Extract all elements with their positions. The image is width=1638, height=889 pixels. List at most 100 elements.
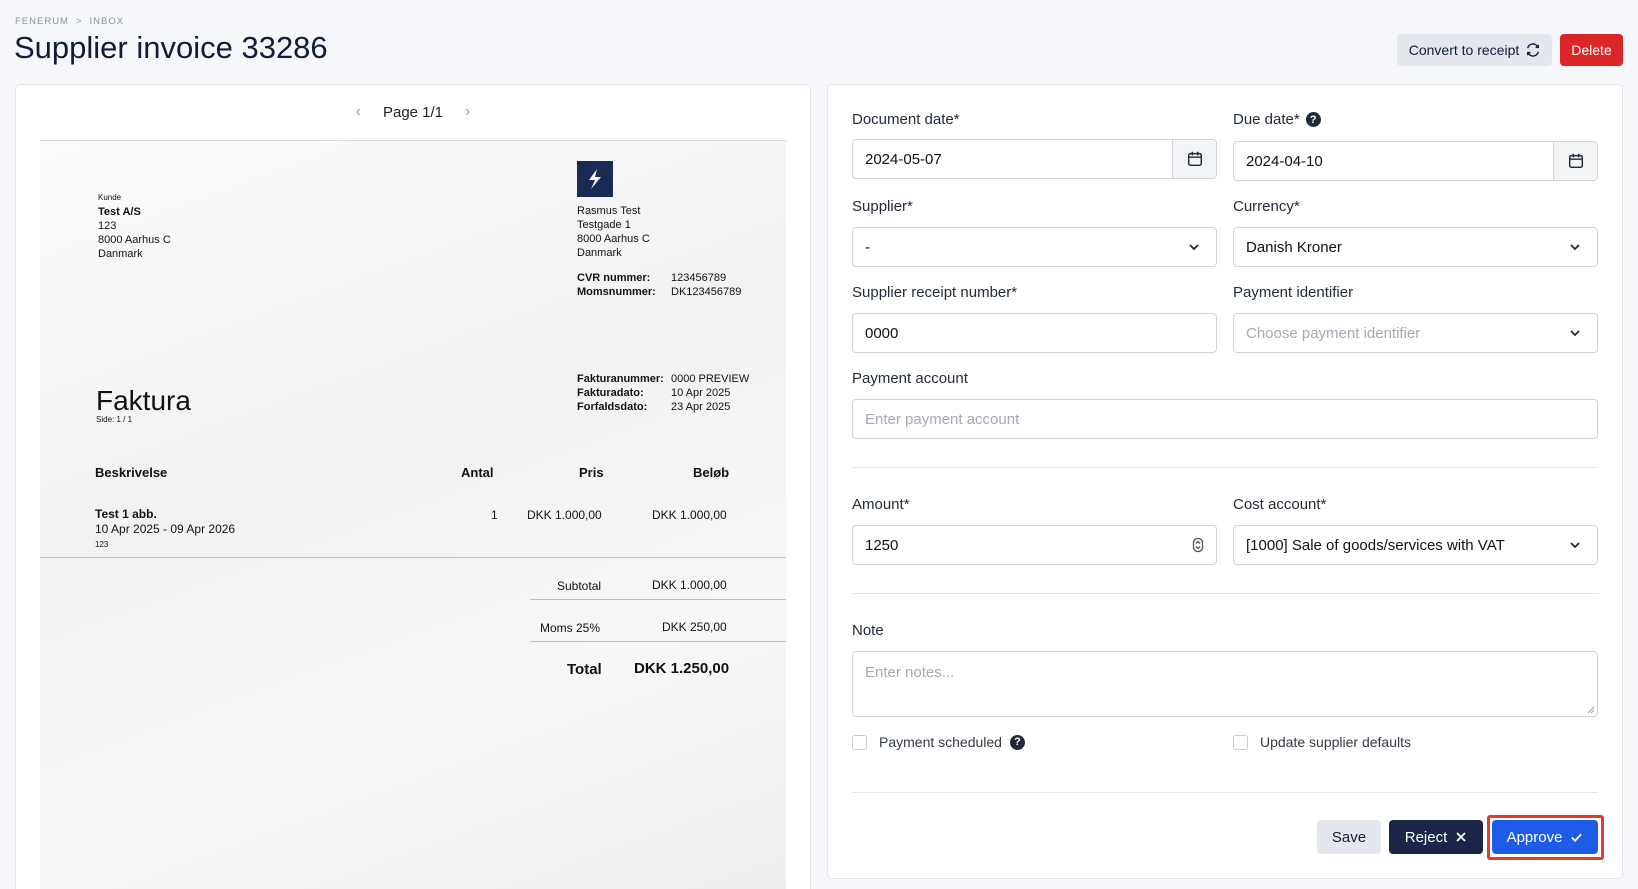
due-date-label: Due date*? [1233, 111, 1321, 128]
document-date-value: 2024-05-07 [865, 150, 942, 168]
chevron-down-icon [1570, 330, 1580, 337]
note-placeholder: Enter notes... [865, 664, 955, 681]
section-divider [852, 593, 1598, 594]
table-divider [530, 641, 786, 642]
breadcrumb-root[interactable]: FENERUM [15, 16, 69, 27]
calendar-icon[interactable] [1172, 140, 1216, 178]
save-button[interactable]: Save [1317, 820, 1381, 854]
invoice-form: Document date* 2024-05-07 Due date*? 202… [827, 84, 1623, 879]
amount-value: 1250 [865, 536, 899, 554]
checkbox-box[interactable] [1233, 734, 1248, 750]
update-supplier-defaults-checkbox[interactable]: Update supplier defaults [1233, 734, 1411, 750]
section-divider [852, 467, 1598, 468]
page-indicator: Page 1/1 [382, 103, 444, 121]
line-price: DKK 1.000,00 [527, 508, 602, 522]
chevron-down-icon [1570, 542, 1580, 549]
chevron-down-icon [1570, 244, 1580, 251]
sender-line: Danmark [577, 247, 622, 259]
breadcrumb-current[interactable]: INBOX [90, 16, 125, 27]
payment-account-input[interactable]: Enter payment account [852, 399, 1598, 439]
payment-identifier-label-text: Payment identifier [1233, 284, 1354, 301]
column-header: Antal [461, 465, 494, 480]
chevron-right-icon[interactable]: › [465, 103, 470, 121]
chevron-down-icon [1189, 244, 1199, 251]
help-icon[interactable]: ? [1009, 734, 1025, 750]
cost-account-label: Cost account* [1233, 496, 1326, 513]
due-date-field[interactable]: 2024-04-10 [1233, 141, 1598, 181]
delete-label: Delete [1571, 42, 1612, 58]
invoice-number-value: 0000 PREVIEW [671, 373, 750, 385]
chevron-left-icon[interactable]: ‹ [356, 103, 361, 121]
check-icon [1571, 833, 1583, 842]
help-icon[interactable]: ? [1305, 112, 1321, 127]
supplier-receipt-number-label: Supplier receipt number* [852, 284, 1017, 301]
save-label: Save [1331, 828, 1367, 846]
line-ref: 123 [95, 540, 109, 549]
invoice-due-value: 23 Apr 2025 [671, 401, 731, 413]
close-icon [1456, 832, 1466, 842]
approve-label: Approve [1506, 828, 1563, 846]
document-date-field[interactable]: 2024-05-07 [852, 139, 1217, 179]
spinner-icon[interactable] [1192, 537, 1204, 553]
reject-label: Reject [1404, 828, 1448, 846]
payment-scheduled-checkbox[interactable]: Payment scheduled ? [852, 734, 1025, 750]
line-amount: DKK 1.000,00 [652, 508, 727, 522]
invoice-preview: Kunde Test A/S 123 8000 Aarhus C Danmark… [40, 141, 786, 889]
checkbox-box[interactable] [852, 734, 867, 750]
subtotal-value: DKK 1.000,00 [652, 578, 727, 592]
customer-line: Danmark [98, 248, 143, 260]
vat-label: Momsnummer: [577, 286, 656, 298]
invoice-date-label: Fakturadato: [577, 387, 644, 399]
breadcrumb-separator: > [75, 16, 83, 27]
resize-handle-icon[interactable] [1587, 706, 1595, 714]
table-divider [530, 599, 786, 600]
cost-account-select[interactable]: [1000] Sale of goods/services with VAT [1233, 525, 1598, 565]
amount-input[interactable]: 1250 [852, 525, 1217, 565]
supplier-value: - [865, 238, 870, 256]
customer-line: 8000 Aarhus C [98, 234, 171, 246]
convert-icon [1527, 43, 1540, 57]
breadcrumb: FENERUM > INBOX [15, 16, 124, 27]
due-date-label-text: Due date* [1233, 111, 1300, 128]
table-divider [40, 557, 786, 558]
convert-label: Convert to receipt [1408, 42, 1520, 58]
payment-account-placeholder: Enter payment account [865, 410, 1020, 428]
supplier-label: Supplier* [852, 198, 913, 215]
currency-select[interactable]: Danish Kroner [1233, 227, 1598, 267]
customer-line: 123 [98, 220, 117, 232]
document-date-label: Document date* [852, 111, 960, 128]
amount-label: Amount* [852, 496, 910, 513]
approve-button[interactable]: Approve [1492, 820, 1598, 854]
invoice-number-label: Fakturanummer: [577, 373, 664, 385]
page-title: Supplier invoice 33286 [14, 30, 328, 65]
customer-line: Test A/S [98, 206, 141, 218]
update-supplier-defaults-label: Update supplier defaults [1260, 734, 1411, 750]
moms-label: Moms 25% [540, 621, 601, 635]
supplier-receipt-number-input[interactable]: 0000 [852, 313, 1217, 353]
supplier-label-text: Supplier* [852, 198, 913, 215]
vat-value: DK123456789 [671, 286, 742, 298]
payment-identifier-select[interactable]: Choose payment identifier [1233, 313, 1598, 353]
line-qty: 1 [491, 508, 498, 522]
cost-account-value: [1000] Sale of goods/services with VAT [1246, 536, 1505, 554]
payment-identifier-label: Payment identifier [1233, 284, 1353, 301]
sender-line: 8000 Aarhus C [577, 233, 650, 245]
cost-account-label-text: Cost account* [1233, 496, 1327, 513]
currency-label-text: Currency* [1233, 198, 1300, 215]
convert-to-receipt-button[interactable]: Convert to receipt [1397, 34, 1552, 66]
supplier-receipt-number-label-text: Supplier receipt number* [852, 284, 1018, 301]
calendar-icon[interactable] [1553, 142, 1597, 180]
document-date-label-text: Document date* [852, 111, 960, 128]
cvr-value: 123456789 [671, 272, 727, 284]
supplier-select[interactable]: - [852, 227, 1217, 267]
note-label: Note [852, 622, 884, 639]
reject-button[interactable]: Reject [1389, 820, 1483, 854]
column-header: Pris [579, 465, 604, 480]
note-textarea[interactable]: Enter notes... [852, 651, 1598, 717]
payment-account-label: Payment account [852, 370, 968, 387]
payment-scheduled-label: Payment scheduled [879, 734, 1002, 750]
column-header: Beløb [693, 465, 730, 480]
delete-button[interactable]: Delete [1560, 34, 1623, 66]
cvr-label: CVR nummer: [577, 272, 651, 284]
payment-account-label-text: Payment account [852, 370, 968, 387]
